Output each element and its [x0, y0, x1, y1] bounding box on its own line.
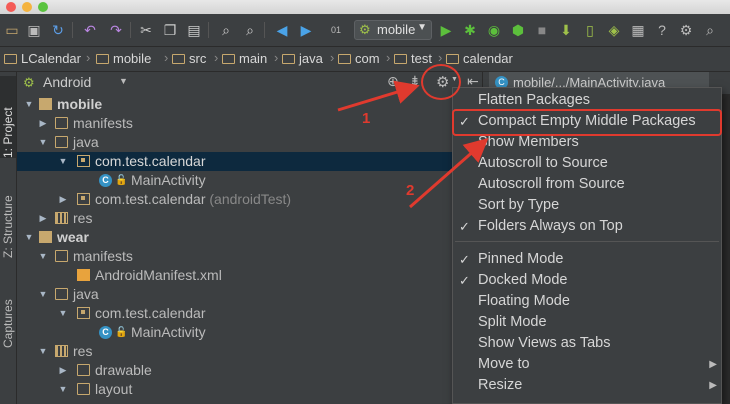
annotation-arrows — [337, 80, 489, 209]
arrow-1 — [337, 80, 420, 112]
arrow-2 — [409, 138, 489, 209]
